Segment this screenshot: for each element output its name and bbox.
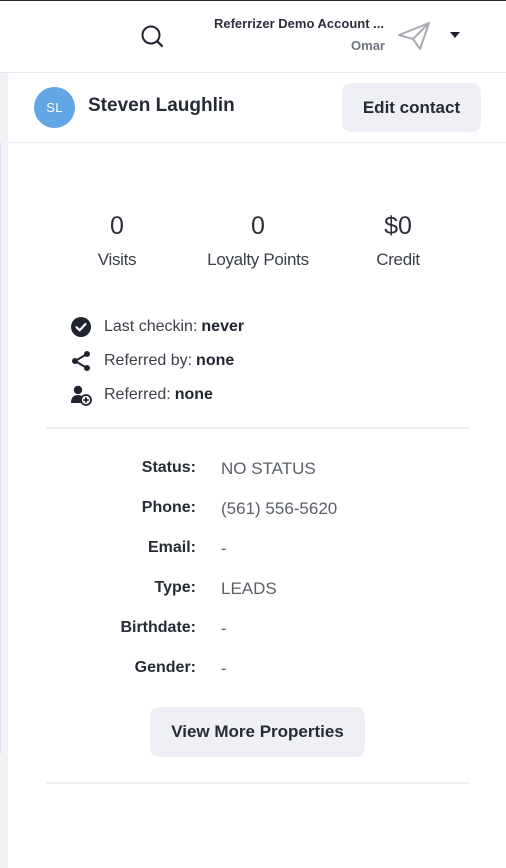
referred-label: Referred: [104, 386, 171, 403]
divider [46, 782, 469, 784]
avatar: SL [34, 87, 75, 128]
email-value: - [221, 539, 227, 558]
edit-contact-button[interactable]: Edit contact [342, 83, 481, 132]
share-icon [69, 350, 93, 372]
type-label: Type: [154, 579, 196, 596]
gender-label: Gender: [134, 659, 196, 676]
stat-loyalty-points: 0 Loyalty Points [188, 210, 328, 270]
account-name[interactable]: Referrizer Demo Account ... [214, 16, 384, 31]
divider [46, 427, 469, 429]
info-referred: Referred: none [69, 384, 213, 406]
phone-label: Phone: [141, 499, 196, 516]
search-icon[interactable] [138, 22, 166, 50]
info-last-checkin: Last checkin: never [69, 316, 244, 338]
last-checkin-label: Last checkin: [104, 318, 198, 335]
stat-label: Loyalty Points [207, 250, 309, 269]
stat-label: Visits [97, 250, 137, 269]
stat-label: Credit [376, 250, 420, 269]
stat-credit: $0 Credit [328, 210, 468, 270]
status-label: Status: [141, 459, 196, 476]
caret-down-icon[interactable] [446, 28, 464, 42]
gender-value: - [221, 659, 227, 678]
stat-visits: 0 Visits [47, 210, 187, 270]
type-value: LEADS [221, 579, 277, 598]
email-label: Email: [147, 539, 196, 556]
birthdate-label: Birthdate: [120, 619, 196, 636]
paper-plane-icon [396, 20, 432, 52]
info-referred-by: Referred by: none [69, 350, 234, 372]
stat-value: 0 [110, 212, 124, 240]
last-checkin-value: never [201, 318, 245, 335]
account-user[interactable]: Omar [351, 38, 385, 53]
birthdate-value: - [221, 619, 227, 638]
referred-by-value: none [196, 352, 235, 369]
stat-value: 0 [251, 212, 265, 240]
stat-value: $0 [384, 212, 412, 240]
status-value: NO STATUS [221, 459, 316, 478]
user-plus-icon [69, 384, 93, 406]
phone-value: (561) 556-5620 [221, 499, 338, 518]
contact-name: Steven Laughlin [88, 95, 235, 116]
referred-value: none [174, 386, 213, 403]
view-more-properties-button[interactable]: View More Properties [150, 707, 365, 757]
check-circle-icon [69, 316, 93, 338]
referred-by-label: Referred by: [104, 352, 193, 369]
